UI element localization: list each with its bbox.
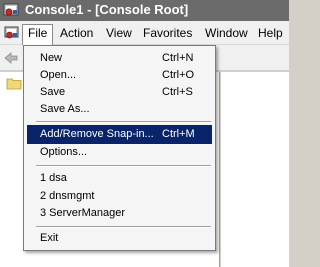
- menu-help[interactable]: Help: [252, 24, 289, 42]
- menu-item-exit[interactable]: Exit: [27, 229, 212, 248]
- menu-item-add-remove-snap-in[interactable]: Add/Remove Snap-in... Ctrl+M: [27, 125, 212, 144]
- menu-file[interactable]: File: [22, 24, 54, 45]
- back-arrow-icon[interactable]: [3, 50, 19, 66]
- menu-separator: [36, 121, 211, 123]
- menu-item-label: Save As...: [40, 103, 90, 115]
- menu-separator: [36, 226, 211, 228]
- window-title: Console1 - [Console Root]: [25, 2, 189, 17]
- details-pane[interactable]: [221, 72, 289, 267]
- menu-item-recent-dsa[interactable]: 1 dsa: [27, 169, 212, 188]
- menu-action[interactable]: Action: [54, 24, 99, 42]
- menu-item-label: 3 ServerManager: [40, 207, 125, 219]
- menu-item-label: Add/Remove Snap-in...: [40, 128, 154, 140]
- mmc-console-icon: [3, 3, 19, 16]
- title-bar[interactable]: Console1 - [Console Root]: [0, 0, 289, 21]
- menu-separator: [36, 165, 211, 167]
- menu-item-save-as[interactable]: Save As...: [27, 100, 212, 119]
- folder-icon[interactable]: [6, 77, 22, 90]
- menu-item-recent-servermanager[interactable]: 3 ServerManager: [27, 204, 212, 223]
- menu-bar: File Action View Favorites Window Help: [0, 21, 289, 45]
- menu-item-label: Exit: [40, 232, 59, 244]
- menu-item-label: 1 dsa: [40, 172, 67, 184]
- menu-window[interactable]: Window: [199, 24, 254, 42]
- menu-item-shortcut: Ctrl+M: [162, 128, 195, 140]
- mmc-window: Console1 - [Console Root] File Action Vi…: [0, 0, 289, 267]
- menu-favorites[interactable]: Favorites: [137, 24, 198, 42]
- file-menu-dropdown: New Ctrl+N Open... Ctrl+O Save Ctrl+S Sa…: [23, 45, 216, 251]
- menu-item-label: Options...: [40, 146, 88, 158]
- menu-item-options[interactable]: Options...: [27, 143, 212, 162]
- menu-view[interactable]: View: [100, 24, 138, 42]
- mmc-console-icon[interactable]: [4, 25, 20, 41]
